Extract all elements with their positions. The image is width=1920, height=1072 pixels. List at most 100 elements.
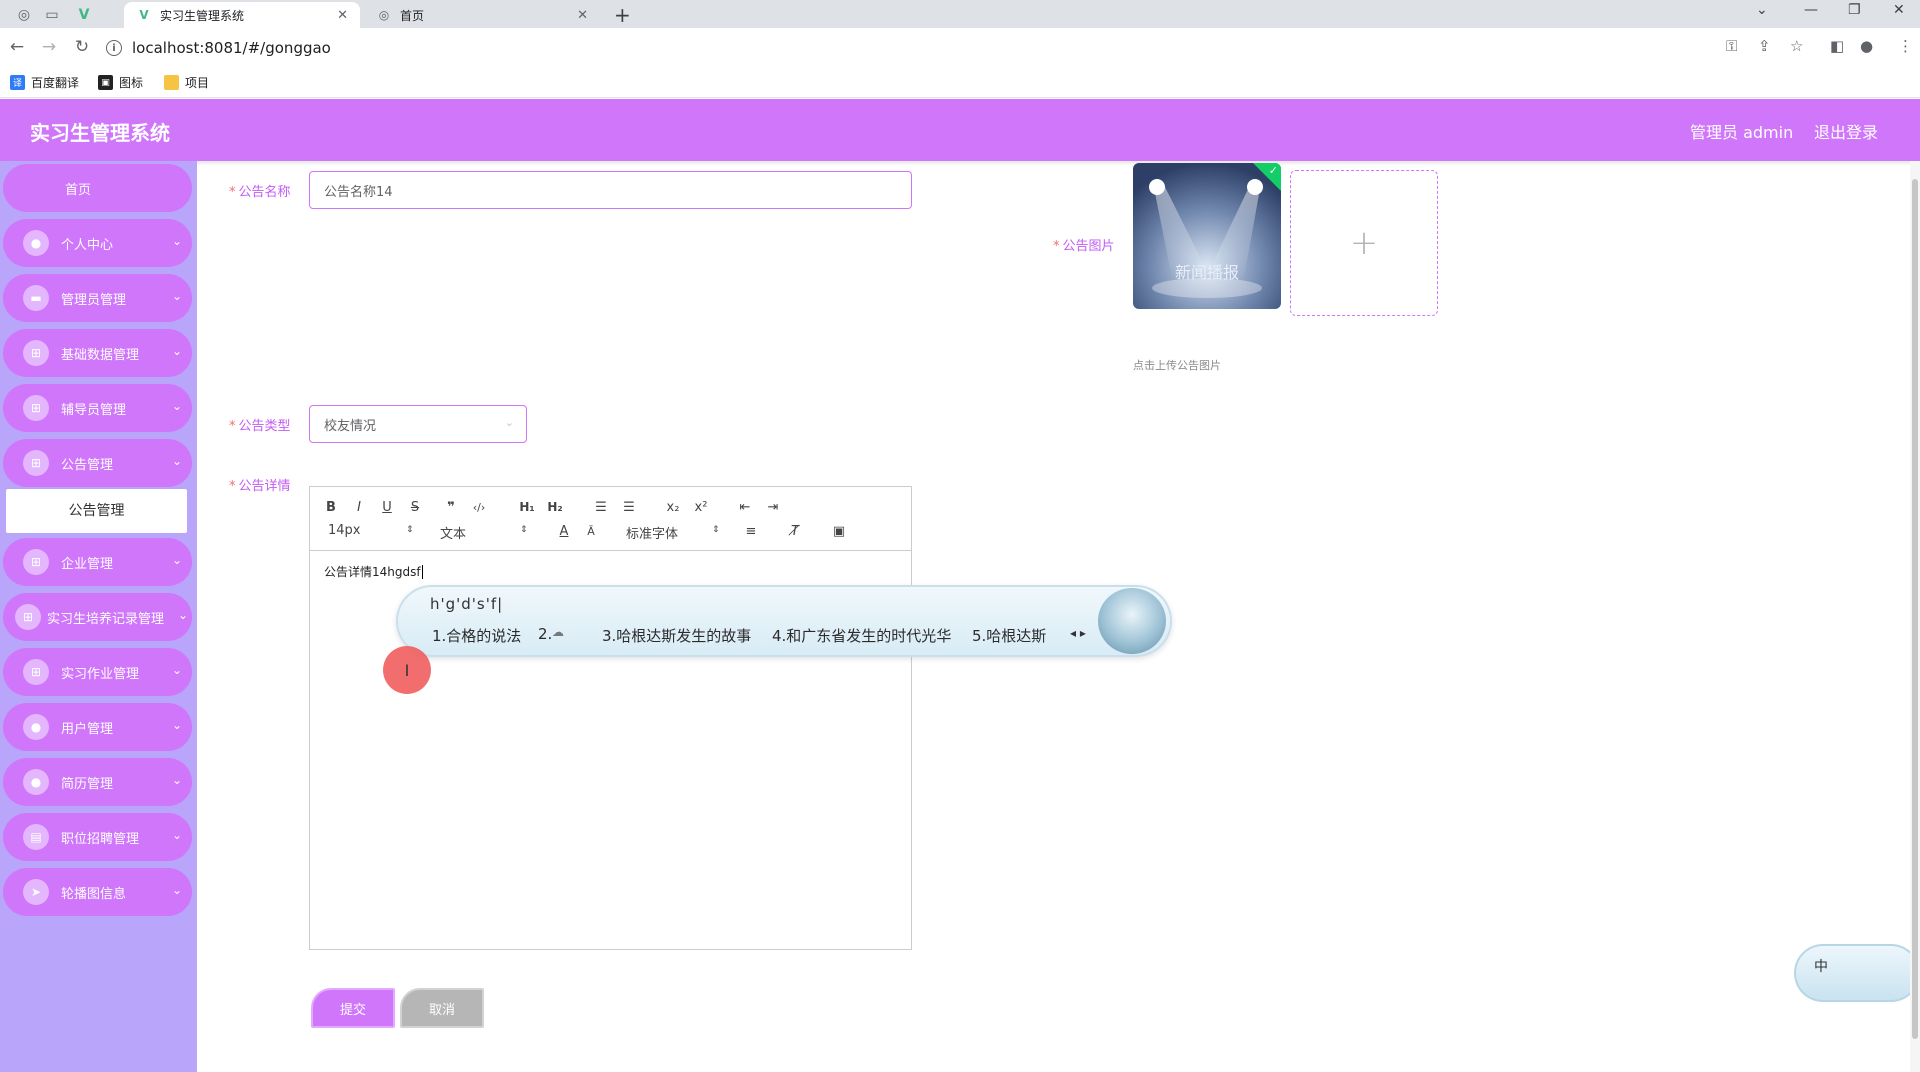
background-color-icon[interactable]: Ā	[580, 521, 602, 541]
browser-tab-active[interactable]: V 实习生管理系统 ✕	[124, 2, 360, 28]
sidebar-item-training-record[interactable]: ⊞ 实习生培养记录管理 ⌄	[3, 593, 192, 641]
bullet-list-icon[interactable]: ☰	[618, 497, 640, 517]
image-insert-icon[interactable]: ▣	[828, 521, 850, 541]
tab-search-icon[interactable]: ⌄	[1756, 2, 1768, 18]
menu-dots-icon[interactable]: ⋮	[1898, 37, 1913, 55]
sidebar-item-counselor[interactable]: ⊞ 辅导员管理 ⌄	[3, 384, 192, 432]
sidebar-item-label: 实习生培养记录管理	[47, 612, 165, 627]
browser-tab[interactable]: ◎ 首页 ✕	[364, 2, 600, 28]
bookmark-project[interactable]: 项目	[164, 74, 209, 91]
tab-favicon-icon[interactable]: ▭	[38, 4, 66, 26]
back-icon[interactable]: ←	[6, 36, 28, 58]
sidebar-item-carousel[interactable]: ➤ 轮播图信息 ⌄	[3, 868, 192, 916]
code-icon[interactable]: ‹/›	[468, 497, 490, 517]
chevron-down-icon: ⌄	[171, 663, 182, 677]
notice-image-thumbnail[interactable]: 新闻播报 ✓	[1133, 163, 1281, 309]
superscript-icon[interactable]: x²	[690, 497, 712, 517]
chevron-down-icon: ⌄	[171, 234, 182, 248]
image-upload-button[interactable]: +	[1290, 170, 1438, 316]
bold-icon[interactable]: B	[320, 497, 342, 517]
ime-candidate[interactable]: 4.和广东省发生的时代光华	[772, 625, 951, 646]
sort-arrows-icon: ⇕	[406, 525, 414, 535]
sidebar-item-users[interactable]: ● 用户管理 ⌄	[3, 703, 192, 751]
minimize-icon[interactable]: —	[1804, 2, 1818, 18]
sidebar-item-base-data[interactable]: ⊞ 基础数据管理 ⌄	[3, 329, 192, 377]
blockquote-icon[interactable]: ❞	[440, 497, 462, 517]
ime-page-arrows-icon[interactable]: ◂ ▸	[1070, 626, 1086, 640]
ime-candidate[interactable]: 2.	[538, 625, 552, 643]
vue-logo-icon[interactable]: V	[70, 4, 98, 26]
forward-icon[interactable]: →	[38, 36, 60, 58]
sidebar-item-recruitment[interactable]: ▤ 职位招聘管理 ⌄	[3, 813, 192, 861]
browser-tab-bar: ◎ ▭ V V 实习生管理系统 ✕ ◎ 首页 ✕ + ⌄ — ❐ ✕	[0, 0, 1920, 28]
address-bar[interactable]: i localhost:8081/#/gonggao	[106, 33, 1756, 63]
sidebar-item-home[interactable]: 首页	[3, 164, 192, 212]
label-text: 公告详情	[238, 479, 291, 494]
sidebar-item-personal-center[interactable]: ● 个人中心 ⌄	[3, 219, 192, 267]
outdent-icon[interactable]: ⇤	[734, 497, 756, 517]
heading2-icon[interactable]: H₂	[544, 497, 566, 517]
ime-candidate[interactable]: 5.哈根达斯	[972, 625, 1046, 646]
side-panel-icon[interactable]: ◧	[1830, 37, 1844, 55]
sidebar-item-label: 轮播图信息	[61, 887, 127, 902]
sidebar-item-admin[interactable]: ▬ 管理员管理 ⌄	[3, 274, 192, 322]
image-caption: 新闻播报	[1174, 263, 1239, 282]
button-label: 取消	[428, 1002, 455, 1018]
select-value: 校友情况	[324, 418, 377, 434]
font-family-select[interactable]: 标准字体 ⇕	[626, 523, 722, 542]
browser-toolbar: ← → ↻ i localhost:8081/#/gonggao ⚿ ⇪ ☆ ◧…	[0, 28, 1920, 68]
star-icon[interactable]: ☆	[1790, 37, 1803, 55]
bookmark-baidu-translate[interactable]: 译 百度翻译	[10, 74, 79, 91]
close-tab-icon[interactable]: ✕	[337, 8, 348, 23]
user-icon: ●	[23, 714, 49, 740]
logout-link[interactable]: 退出登录	[1814, 119, 1878, 143]
sidebar-item-enterprise[interactable]: ⊞ 企业管理 ⌄	[3, 538, 192, 586]
scrollbar-thumb[interactable]	[1912, 179, 1918, 1039]
sidebar-item-resume[interactable]: ● 简历管理 ⌄	[3, 758, 192, 806]
align-icon[interactable]: ≡	[740, 521, 762, 541]
grid-icon: ⊞	[23, 659, 49, 685]
ordered-list-icon[interactable]: ☰	[590, 497, 612, 517]
editor-content[interactable]: 公告详情14hgdsf	[324, 563, 423, 580]
site-info-icon[interactable]: i	[106, 40, 122, 56]
sidebar-item-label: 个人中心	[61, 238, 114, 253]
bookmark-icons[interactable]: ▣ 图标	[98, 74, 143, 91]
vertical-scrollbar[interactable]	[1910, 161, 1920, 1072]
ime-candidate[interactable]: 1.合格的说法	[432, 625, 521, 646]
grid-icon: ⊞	[23, 450, 49, 476]
restore-icon[interactable]: ❐	[1848, 2, 1861, 18]
share-icon[interactable]: ⇪	[1758, 37, 1771, 55]
chevron-down-icon: ⌄	[171, 399, 182, 413]
heading1-icon[interactable]: H₁	[516, 497, 538, 517]
key-icon[interactable]: ⚿	[1726, 37, 1737, 55]
ime-candidate-window: h'g'd's'f| 1.合格的说法 2. ☁ 3.哈根达斯发生的故事 4.和广…	[396, 585, 1172, 657]
sidebar-item-label: 简历管理	[61, 777, 114, 792]
sidebar-item-notice[interactable]: ⊞ 公告管理 ⌄	[3, 439, 192, 487]
reload-icon[interactable]: ↻	[71, 36, 93, 58]
new-tab-button[interactable]: +	[614, 3, 631, 27]
clear-format-icon[interactable]: T̸	[784, 521, 806, 541]
ime-status-widget[interactable]: 中	[1794, 944, 1920, 1002]
sidebar-item-label: 首页	[64, 183, 91, 198]
italic-icon[interactable]: I	[348, 497, 370, 517]
notice-name-label: * 公告名称	[229, 181, 291, 200]
sidebar-subitem-notice-management[interactable]: 公告管理	[6, 489, 187, 533]
profile-icon[interactable]: ●	[1860, 37, 1873, 55]
strikethrough-icon[interactable]: S	[404, 497, 426, 517]
notice-type-select[interactable]: 校友情况 ⌄	[309, 405, 527, 443]
indent-icon[interactable]: ⇥	[762, 497, 784, 517]
font-color-icon[interactable]: A	[553, 521, 575, 541]
close-tab-icon[interactable]: ✕	[577, 8, 588, 23]
block-type-select[interactable]: 文本 ⇕	[440, 523, 530, 542]
tab-favicon-icon[interactable]: ◎	[10, 4, 38, 26]
underline-icon[interactable]: U	[376, 497, 398, 517]
submit-button[interactable]: 提交	[311, 988, 395, 1028]
chevron-down-icon: ⌄	[171, 773, 182, 787]
close-window-icon[interactable]: ✕	[1893, 2, 1905, 18]
ime-candidate[interactable]: 3.哈根达斯发生的故事	[602, 625, 751, 646]
subscript-icon[interactable]: x₂	[662, 497, 684, 517]
sidebar-item-homework[interactable]: ⊞ 实习作业管理 ⌄	[3, 648, 192, 696]
font-size-select[interactable]: 14px ⇕	[328, 523, 418, 538]
cancel-button[interactable]: 取消	[400, 988, 484, 1028]
notice-name-input[interactable]: 公告名称14	[309, 171, 912, 209]
